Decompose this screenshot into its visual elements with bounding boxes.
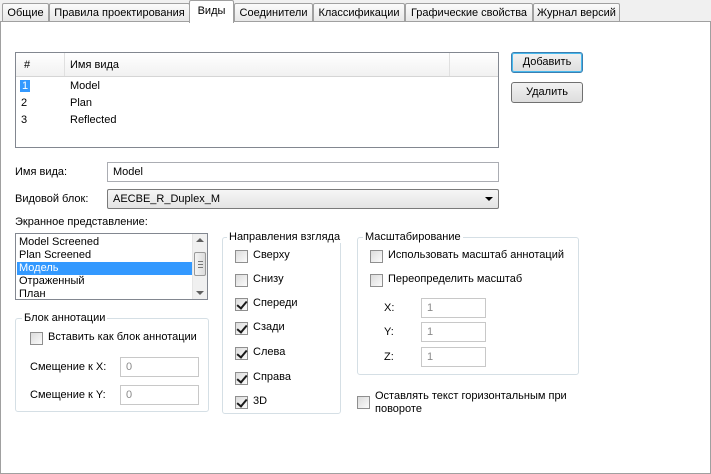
scale-y-label: Y:	[384, 326, 394, 338]
scale-x-label: X:	[384, 302, 395, 314]
chevron-down-icon[interactable]	[485, 197, 493, 201]
checkbox-label: 3D	[253, 395, 268, 407]
annotation-block-title: Блок аннотации	[22, 312, 108, 324]
view-name-input[interactable]: Model	[107, 162, 499, 182]
view-block-label: Видовой блок:	[15, 193, 89, 205]
checkbox-label: Снизу	[253, 273, 284, 285]
display-rep-scrollbar[interactable]	[192, 234, 207, 299]
column-header-view-name[interactable]: Имя вида	[70, 59, 119, 71]
checkbox-label: Использовать масштаб аннотаций	[388, 249, 565, 261]
scaling-title: Масштабирование	[363, 231, 463, 243]
checkbox-label: Вставить как блок аннотации	[48, 331, 197, 343]
row-view-name: Plan	[70, 97, 93, 109]
list-item[interactable]: План	[17, 288, 193, 299]
display-rep-label: Экранное представление:	[15, 216, 148, 228]
row-view-name: Reflected	[70, 114, 117, 126]
list-item[interactable]: Model Screened	[17, 236, 193, 249]
views-list[interactable]: # Имя вида 1 Model 2 Plan 3 Reflected	[15, 52, 499, 148]
checkbox-box[interactable]	[235, 274, 248, 287]
table-row[interactable]: 3 Reflected	[16, 113, 476, 129]
scroll-down-icon[interactable]	[196, 291, 204, 295]
scale-z-label: Z:	[384, 351, 394, 363]
offset-y-input[interactable]: 0	[120, 385, 199, 405]
list-item[interactable]: Модель	[17, 262, 193, 275]
list-item[interactable]: Отраженный	[17, 275, 193, 288]
add-button[interactable]: Добавить	[511, 52, 583, 73]
scale-z-input[interactable]: 1	[421, 347, 486, 367]
view-directions-title: Направления взгляда	[227, 231, 343, 243]
checkbox-label: Переопределить масштаб	[388, 273, 523, 285]
offset-y-label: Смещение к Y:	[30, 389, 106, 401]
view-block-select[interactable]: AECBE_R_Duplex_M	[107, 189, 499, 209]
row-number: 2	[21, 97, 28, 109]
checkbox-box[interactable]	[235, 396, 248, 409]
views-list-header: # Имя вида	[16, 53, 498, 77]
offset-x-label: Смещение к X:	[30, 361, 107, 373]
checkbox-box[interactable]	[235, 322, 248, 335]
offset-x-input[interactable]: 0	[120, 357, 199, 377]
checkbox-label: Спереди	[253, 297, 298, 309]
checkbox-label: Сверху	[253, 249, 290, 261]
checkbox-box[interactable]	[370, 250, 383, 263]
table-row[interactable]: 1 Model	[16, 79, 476, 95]
checkbox-box[interactable]	[370, 274, 383, 287]
checkbox-label: Сзади	[253, 321, 285, 333]
list-item[interactable]: Plan Screened	[17, 249, 193, 262]
checkbox-label: Слева	[253, 346, 286, 358]
view-block-value: AECBE_R_Duplex_M	[113, 193, 220, 205]
checkbox-box[interactable]	[235, 250, 248, 263]
scale-y-input[interactable]: 1	[421, 322, 486, 342]
checkbox-box[interactable]	[235, 298, 248, 311]
view-name-label: Имя вида:	[15, 166, 68, 178]
column-header-number[interactable]: #	[24, 59, 30, 71]
checkbox-box[interactable]	[357, 396, 370, 409]
scale-x-input[interactable]: 1	[421, 298, 486, 318]
display-rep-list[interactable]: Model Screened Plan Screened Модель Отра…	[15, 233, 208, 300]
scroll-thumb[interactable]	[194, 252, 206, 276]
delete-button[interactable]: Удалить	[511, 82, 583, 103]
scroll-up-icon[interactable]	[196, 238, 204, 242]
checkbox-box[interactable]	[30, 332, 43, 345]
checkbox-box[interactable]	[235, 347, 248, 360]
row-view-name: Model	[70, 80, 100, 92]
row-number: 3	[21, 114, 28, 126]
table-row[interactable]: 2 Plan	[16, 96, 476, 112]
row-number: 1	[20, 80, 31, 92]
checkbox-label: Справа	[253, 371, 291, 383]
checkbox-box[interactable]	[235, 372, 248, 385]
checkbox-label: Оставлять текст горизонтальным при повор…	[375, 390, 567, 415]
